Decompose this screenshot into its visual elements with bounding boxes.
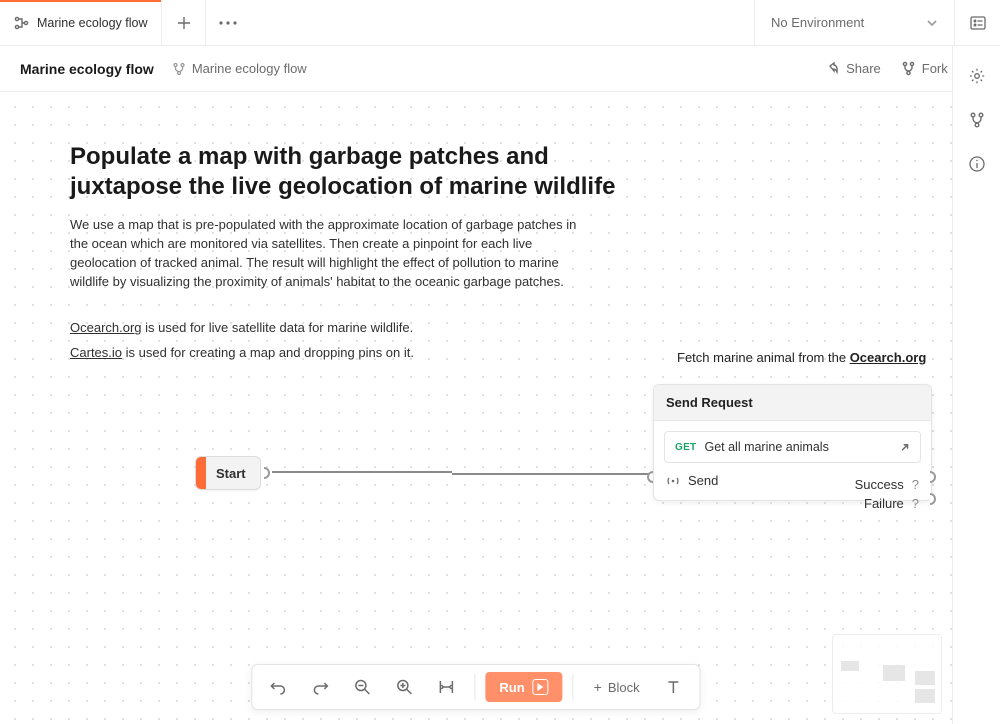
canvas-link-line-2: Cartes.io is used for creating a map and… [70,344,590,363]
play-icon [533,679,549,695]
zoom-out-button[interactable] [344,671,380,703]
canvas-text-block[interactable]: Populate a map with garbage patches and … [70,142,630,375]
environment-selector[interactable]: No Environment [754,0,954,45]
breadcrumb-label: Marine ecology flow [192,61,307,76]
send-label: Send [688,473,718,488]
failure-port-label: Failure ? [801,494,921,513]
settings-button[interactable] [967,66,987,86]
undo-button[interactable] [260,671,296,703]
canvas-annotation[interactable]: Fetch marine animal from the Ocearch.org [677,350,926,365]
zoom-in-icon [395,678,413,696]
connector-wire[interactable] [452,473,650,475]
tab-marine-ecology-flow[interactable]: Marine ecology flow [0,0,162,45]
connector-wire[interactable] [272,471,452,473]
right-sidebar [952,46,1000,724]
broadcast-icon [666,474,680,488]
new-tab-button[interactable] [162,0,206,45]
chevron-down-icon [926,17,938,29]
zoom-in-button[interactable] [386,671,422,703]
fork-button[interactable]: Fork [891,55,958,82]
info-icon [968,155,986,173]
fit-width-icon [437,678,455,696]
help-icon[interactable]: ? [912,496,919,511]
flow-icon [14,15,30,31]
request-name: Get all marine animals [704,440,891,454]
flow-canvas[interactable]: Populate a map with garbage patches and … [0,92,952,724]
share-button[interactable]: Share [815,55,891,82]
environment-quicklook-button[interactable] [954,0,1000,45]
help-icon[interactable]: ? [912,477,919,492]
zoom-out-icon [353,678,371,696]
minimap[interactable] [832,634,942,714]
fork-label: Fork [922,61,948,76]
failure-output-port[interactable] [930,493,936,505]
canvas-paragraph: We use a map that is pre-populated with … [70,216,590,291]
start-node[interactable]: Start [195,456,261,490]
send-request-node[interactable]: Send Request GET Get all marine animals … [653,384,932,501]
tab-overflow-button[interactable] [206,0,250,45]
success-port-label: Success ? [801,475,921,494]
add-block-button[interactable]: + Block [584,673,650,701]
redo-icon [311,678,329,696]
info-button[interactable] [967,154,987,174]
text-icon [665,678,683,696]
breadcrumb[interactable]: Marine ecology flow [172,61,307,76]
fork-icon [172,62,186,76]
canvas-toolbar: Run + Block [251,664,700,710]
success-output-port[interactable] [930,471,936,483]
start-node-accent [196,457,206,489]
run-button[interactable]: Run [485,672,562,702]
tab-bar: Marine ecology flow No Environment [0,0,1000,46]
start-node-output-port[interactable] [264,467,270,479]
flow-header: Marine ecology flow Marine ecology flow … [0,46,1000,92]
share-label: Share [846,61,881,76]
annotation-link[interactable]: Ocearch.org [850,350,927,365]
cartes-link[interactable]: Cartes.io [70,345,122,360]
flow-title: Marine ecology flow [20,61,154,77]
canvas-heading: Populate a map with garbage patches and … [70,142,630,202]
start-node-label: Start [216,466,246,481]
run-label: Run [499,680,524,695]
block-label: Block [608,680,640,695]
send-request-title: Send Request [654,385,931,421]
share-icon [825,61,840,76]
fork-icon [968,111,986,129]
fork-icon [901,61,916,76]
redo-button[interactable] [302,671,338,703]
gear-icon [968,67,986,85]
undo-icon [269,678,287,696]
add-text-button[interactable] [656,671,692,703]
http-method-badge: GET [675,442,696,453]
canvas-link-line-1: Ocearch.org is used for live satellite d… [70,319,590,338]
forks-panel-button[interactable] [967,110,987,130]
environment-label: No Environment [771,15,864,30]
plus-icon: + [594,679,602,695]
tab-label: Marine ecology flow [37,16,147,30]
request-selector[interactable]: GET Get all marine animals ➜ [664,431,921,463]
open-external-icon[interactable]: ➜ [896,438,913,455]
ocearch-link[interactable]: Ocearch.org [70,320,142,335]
fit-view-button[interactable] [428,671,464,703]
